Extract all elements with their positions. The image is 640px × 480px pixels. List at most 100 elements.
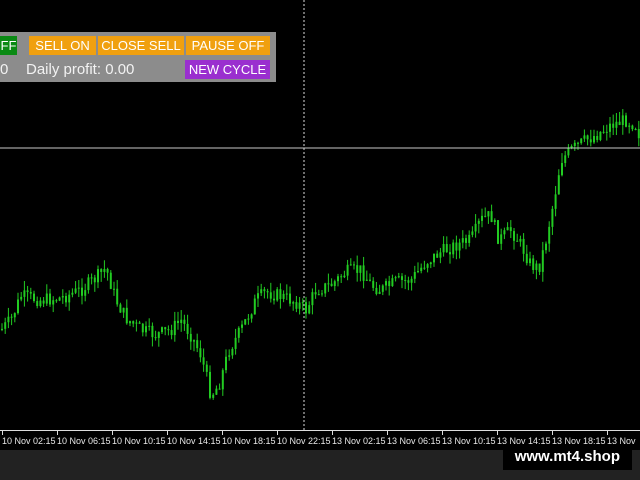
- candle-body: [141, 323, 144, 333]
- candle-body: [513, 231, 515, 241]
- candle-body: [561, 163, 563, 176]
- candle-body: [583, 135, 586, 139]
- axis-tick: [497, 431, 498, 435]
- candle-body: [417, 271, 419, 273]
- new-cycle-button[interactable]: NEW CYCLE: [185, 60, 270, 79]
- candle-body: [7, 316, 10, 323]
- sell-on-button[interactable]: SELL ON: [29, 36, 96, 55]
- axis-tick: [222, 431, 223, 435]
- candle-body: [538, 263, 541, 272]
- candle-body: [497, 220, 499, 244]
- candle-body: [615, 121, 618, 128]
- candle-body: [36, 301, 39, 307]
- candle-body: [535, 263, 538, 270]
- candle-body: [125, 307, 128, 324]
- axis-tick: [2, 431, 3, 435]
- candle-body: [439, 252, 442, 258]
- buy-toggle-button[interactable]: FF: [0, 36, 17, 55]
- candle-body: [212, 394, 215, 398]
- candle-body: [346, 264, 349, 276]
- candle-body: [471, 231, 474, 235]
- daily-profit-label: Daily profit: 0.00: [26, 61, 135, 78]
- candle-body: [551, 208, 554, 227]
- candle-body: [381, 285, 384, 292]
- candle-body: [196, 340, 199, 349]
- candle-body: [388, 281, 391, 287]
- candle-body: [305, 302, 307, 314]
- candle-body: [420, 267, 423, 272]
- time-label: 10 Nov 14:15: [167, 436, 221, 446]
- candle-body: [545, 243, 547, 251]
- candle-body: [557, 175, 560, 195]
- candle-body: [205, 364, 208, 372]
- candle-body: [570, 145, 573, 148]
- candle-body: [628, 125, 631, 127]
- candle-body: [385, 281, 387, 286]
- candle-body: [493, 220, 496, 223]
- candle-body: [17, 299, 19, 314]
- candle-body: [634, 128, 637, 130]
- candle-body: [157, 332, 160, 338]
- candle-body: [589, 139, 592, 143]
- candle-body: [116, 288, 119, 305]
- candle-body: [391, 278, 394, 287]
- candle-body: [151, 325, 154, 338]
- candle-body: [295, 302, 298, 309]
- candle-body: [55, 300, 58, 302]
- candle-body: [4, 322, 7, 329]
- candle-body: [426, 264, 429, 268]
- candle-body: [250, 314, 253, 319]
- candle-body: [170, 330, 173, 336]
- candle-body: [356, 265, 359, 273]
- candle-body: [39, 300, 42, 307]
- candle-body: [324, 283, 327, 294]
- candle-body: [599, 131, 602, 140]
- candle-body: [625, 115, 627, 127]
- candle-body: [161, 327, 163, 333]
- candle-body: [490, 211, 493, 223]
- close-sell-button[interactable]: CLOSE SELL: [98, 36, 184, 55]
- candle-body: [135, 322, 138, 324]
- candle-body: [49, 293, 51, 305]
- candle-body: [452, 242, 455, 255]
- candle-body: [77, 287, 80, 289]
- candle-body: [202, 357, 205, 365]
- candle-body: [173, 320, 176, 336]
- pause-off-button[interactable]: PAUSE OFF: [186, 36, 270, 55]
- candle-body: [228, 355, 231, 357]
- candle-body: [314, 292, 317, 295]
- candle-body: [327, 283, 330, 285]
- candle-body: [237, 327, 240, 338]
- candle-body: [343, 275, 346, 278]
- candle-body: [593, 136, 595, 143]
- candle-body: [362, 265, 365, 281]
- candle-body: [244, 319, 247, 325]
- candle-body: [481, 215, 483, 221]
- candle-body: [241, 324, 243, 328]
- candle-body: [167, 329, 170, 331]
- candle-body: [106, 268, 109, 273]
- axis-tick: [277, 431, 278, 435]
- candle-body: [337, 276, 339, 282]
- candle-body: [445, 244, 448, 253]
- candle-body: [461, 238, 464, 243]
- candle-body: [282, 293, 285, 299]
- candle-body: [221, 370, 224, 390]
- candle-body: [397, 276, 400, 278]
- candle-body: [349, 264, 352, 266]
- candle-body: [269, 292, 272, 299]
- candle-body: [42, 300, 45, 304]
- candle-body: [260, 289, 263, 294]
- candle-body: [279, 289, 282, 299]
- candle-body: [429, 262, 432, 265]
- candle-body: [164, 327, 167, 330]
- candle-body: [183, 319, 186, 324]
- candle-body: [369, 279, 371, 281]
- time-label: 10 Nov 10:15: [112, 436, 166, 446]
- candle-body: [97, 269, 99, 283]
- axis-tick: [387, 431, 388, 435]
- candle-body: [525, 253, 528, 264]
- candle-body: [145, 326, 147, 333]
- candle-body: [532, 258, 535, 270]
- candle-body: [177, 320, 179, 323]
